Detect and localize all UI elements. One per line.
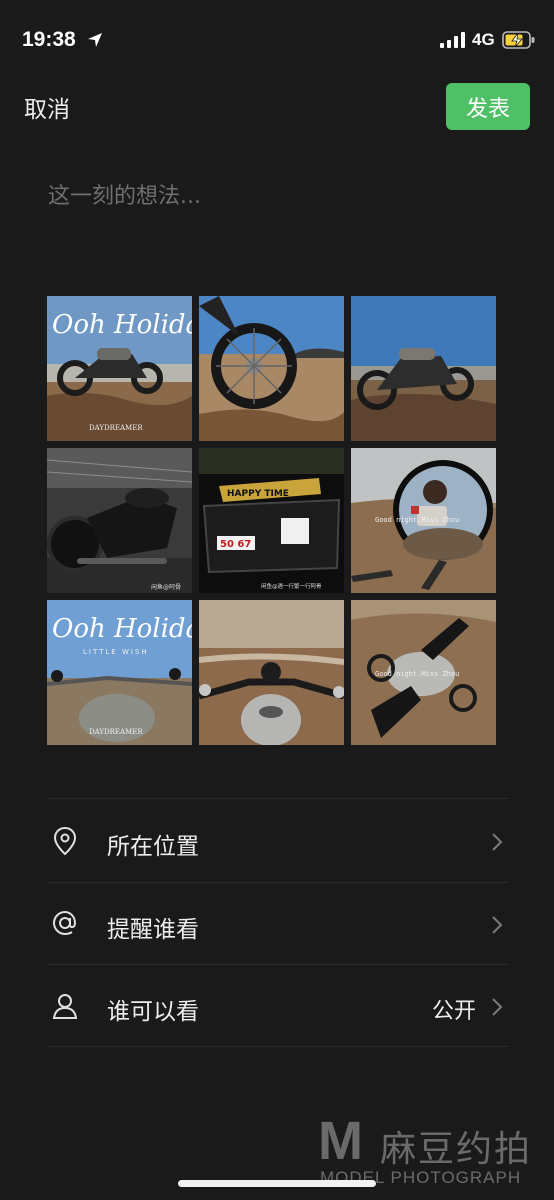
option-mention[interactable]: 提醒谁看 <box>0 884 554 964</box>
location-pin-icon <box>53 826 77 856</box>
photo-thumbnail-6[interactable]: Good night.Miss Zhou <box>351 448 496 593</box>
banner-text: HAPPY TIME <box>227 489 289 499</box>
watermark-brand: 麻豆约拍 <box>380 1129 533 1170</box>
photo-thumbnail-3[interactable] <box>351 296 496 441</box>
option-visibility-value: 公开 <box>431 999 476 1024</box>
photo-thumbnail-8[interactable] <box>199 600 344 745</box>
option-location-label: 所在位置 <box>107 834 199 860</box>
option-visibility[interactable]: 谁可以看 公开 <box>0 966 554 1046</box>
watermark-letter: M <box>318 1111 363 1171</box>
at-sign-icon <box>52 910 77 936</box>
holiday-text-2: Ooh Holiday <box>52 614 192 644</box>
photo-thumbnail-9[interactable]: Good night.Miss Zhou <box>351 600 496 745</box>
divider-1 <box>48 882 508 883</box>
credit-text-1: 闲鱼@阿骨 <box>151 583 181 591</box>
plate-text: 50 67 <box>220 539 251 550</box>
option-mention-label: 提醒谁看 <box>107 917 199 943</box>
person-icon <box>52 994 78 1019</box>
photo-thumbnail-5[interactable]: HAPPY TIME 50 67 闲鱼@遇一行繁一行阿骨 <box>199 448 344 593</box>
location-arrow-icon <box>88 33 102 47</box>
chevron-right-icon <box>492 998 503 1016</box>
photo-grid: Ooh Holiday DAYDREAMER <box>47 296 497 746</box>
goodnight-text-2: Good night.Miss Zhou <box>375 670 459 678</box>
option-location[interactable]: 所在位置 <box>0 801 554 881</box>
option-visibility-label: 谁可以看 <box>107 999 199 1025</box>
chevron-right-icon <box>492 916 503 934</box>
divider-top <box>48 798 508 799</box>
cellular-signal-icon <box>440 32 465 48</box>
little-wish-text: LITTLE WISH <box>83 648 149 656</box>
chevron-right-icon <box>492 833 503 851</box>
post-text-input[interactable]: 这一刻的想法... <box>48 178 201 210</box>
photo-thumbnail-2[interactable] <box>199 296 344 441</box>
network-type: 4G <box>472 30 495 49</box>
status-time: 19:38 <box>22 28 76 51</box>
publish-button[interactable]: 发表 <box>446 83 530 130</box>
credit-text-2: 闲鱼@遇一行繁一行阿骨 <box>261 582 322 590</box>
photo-thumbnail-4[interactable]: 闲鱼@阿骨 <box>47 448 192 593</box>
photo-thumbnail-1[interactable]: Ooh Holiday DAYDREAMER <box>47 296 192 441</box>
battery-charging-icon <box>502 31 535 49</box>
cancel-button[interactable]: 取消 <box>24 90 70 124</box>
goodnight-text-1: Good night.Miss Zhou <box>375 516 459 524</box>
photo-thumbnail-7[interactable]: Ooh Holiday LITTLE WISH DAYDREAMER <box>47 600 192 745</box>
daydreamer-text: DAYDREAMER <box>89 424 143 432</box>
home-indicator[interactable] <box>178 1180 376 1187</box>
daydreamer-text-2: DAYDREAMER <box>89 728 143 736</box>
holiday-text: Ooh Holiday <box>52 310 192 340</box>
divider-2 <box>48 964 508 965</box>
status-bar: 19:38 4G <box>0 0 554 80</box>
divider-bottom <box>48 1046 508 1047</box>
